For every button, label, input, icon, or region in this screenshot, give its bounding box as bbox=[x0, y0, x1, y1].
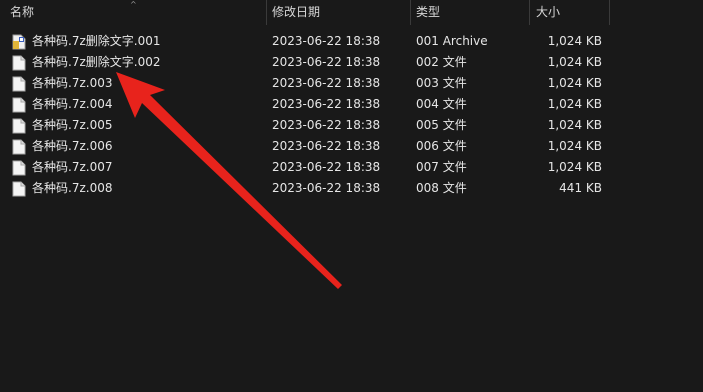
column-header-type-label: 类型 bbox=[416, 5, 441, 19]
column-header-name-label: 名称 bbox=[10, 5, 35, 19]
file-row[interactable]: 各种码.7z.008 2023-06-22 18:38 008 文件 441 K… bbox=[0, 178, 703, 199]
file-row[interactable]: 各种码.7z.003 2023-06-22 18:38 003 文件 1,024… bbox=[0, 73, 703, 94]
file-type: 003 文件 bbox=[416, 76, 467, 90]
archive-file-icon bbox=[12, 34, 26, 50]
column-header-date-label: 修改日期 bbox=[272, 5, 321, 19]
column-header-size-label: 大小 bbox=[536, 5, 561, 19]
file-row[interactable]: 各种码.7z删除文字.002 2023-06-22 18:38 002 文件 1… bbox=[0, 52, 703, 73]
file-icon bbox=[12, 76, 26, 92]
file-date: 2023-06-22 18:38 bbox=[272, 139, 381, 153]
file-type: 005 文件 bbox=[416, 118, 467, 132]
sort-chevron-icon: ^ bbox=[130, 0, 137, 9]
file-type: 004 文件 bbox=[416, 97, 467, 111]
file-size: 1,024 KB bbox=[547, 55, 602, 69]
file-date: 2023-06-22 18:38 bbox=[272, 118, 381, 132]
file-type: 006 文件 bbox=[416, 139, 467, 153]
file-type: 001 Archive bbox=[416, 34, 488, 48]
file-name: 各种码.7z.006 bbox=[32, 139, 113, 153]
file-size: 1,024 KB bbox=[547, 160, 602, 174]
file-icon bbox=[12, 181, 26, 197]
file-name: 各种码.7z.008 bbox=[32, 181, 113, 195]
file-type: 002 文件 bbox=[416, 55, 467, 69]
file-name: 各种码.7z删除文字.001 bbox=[32, 34, 161, 48]
file-size: 1,024 KB bbox=[547, 34, 602, 48]
column-header-size[interactable]: 大小 bbox=[530, 0, 609, 25]
file-icon bbox=[12, 55, 26, 71]
column-header-type[interactable]: 类型 bbox=[410, 0, 530, 25]
file-row[interactable]: 各种码.7z.006 2023-06-22 18:38 006 文件 1,024… bbox=[0, 136, 703, 157]
file-date: 2023-06-22 18:38 bbox=[272, 76, 381, 90]
file-type: 007 文件 bbox=[416, 160, 467, 174]
file-name: 各种码.7z.005 bbox=[32, 118, 113, 132]
file-date: 2023-06-22 18:38 bbox=[272, 55, 381, 69]
file-icon bbox=[12, 160, 26, 176]
file-size: 1,024 KB bbox=[547, 76, 602, 90]
file-icon bbox=[12, 139, 26, 155]
file-size: 441 KB bbox=[559, 181, 602, 195]
file-size: 1,024 KB bbox=[547, 139, 602, 153]
file-row[interactable]: 各种码.7z删除文字.001 2023-06-22 18:38 001 Arch… bbox=[0, 31, 703, 52]
file-date: 2023-06-22 18:38 bbox=[272, 97, 381, 111]
file-date: 2023-06-22 18:38 bbox=[272, 181, 381, 195]
file-size: 1,024 KB bbox=[547, 118, 602, 132]
file-icon bbox=[12, 118, 26, 134]
file-row[interactable]: 各种码.7z.005 2023-06-22 18:38 005 文件 1,024… bbox=[0, 115, 703, 136]
column-divider[interactable] bbox=[609, 0, 610, 25]
file-name: 各种码.7z.003 bbox=[32, 76, 113, 90]
column-header-date[interactable]: 修改日期 bbox=[266, 0, 410, 25]
file-date: 2023-06-22 18:38 bbox=[272, 160, 381, 174]
file-icon bbox=[12, 97, 26, 113]
file-size: 1,024 KB bbox=[547, 97, 602, 111]
file-name: 各种码.7z.007 bbox=[32, 160, 113, 174]
file-type: 008 文件 bbox=[416, 181, 467, 195]
file-date: 2023-06-22 18:38 bbox=[272, 34, 381, 48]
file-row[interactable]: 各种码.7z.004 2023-06-22 18:38 004 文件 1,024… bbox=[0, 94, 703, 115]
column-header-bar: 名称 ^ 修改日期 类型 大小 bbox=[0, 0, 703, 25]
file-list: 各种码.7z删除文字.001 2023-06-22 18:38 001 Arch… bbox=[0, 31, 703, 199]
file-name: 各种码.7z.004 bbox=[32, 97, 113, 111]
file-explorer-pane: 名称 ^ 修改日期 类型 大小 各种码.7z删除文字.001 2023-06-2… bbox=[0, 0, 703, 392]
file-row[interactable]: 各种码.7z.007 2023-06-22 18:38 007 文件 1,024… bbox=[0, 157, 703, 178]
file-name: 各种码.7z删除文字.002 bbox=[32, 55, 161, 69]
